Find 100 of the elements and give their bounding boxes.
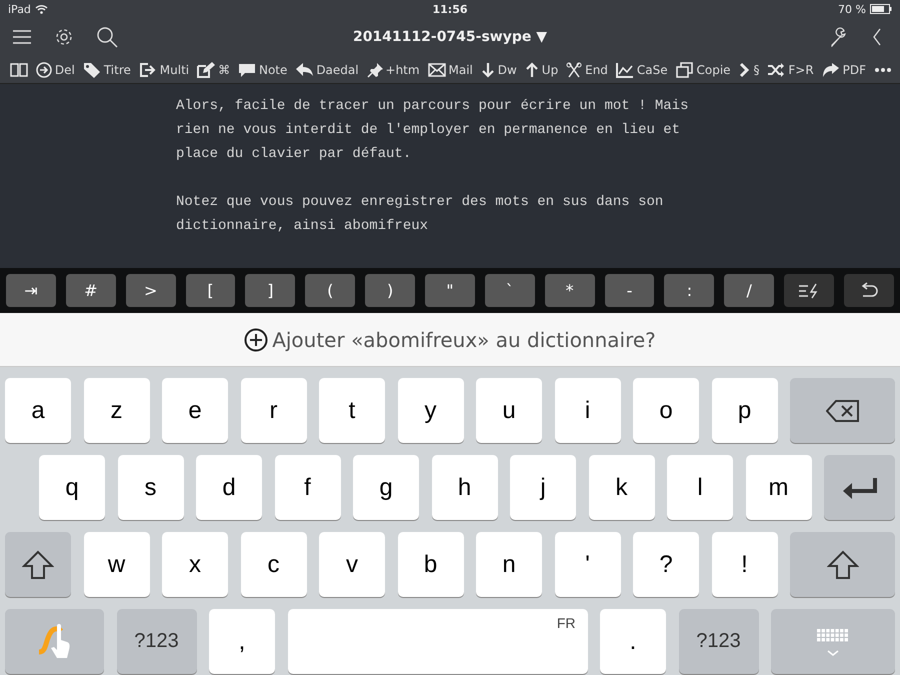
pin-icon [366,62,383,78]
exit-icon [138,62,157,78]
letter-key[interactable]: k [588,455,654,520]
toolbar-button[interactable]: F>R [767,62,814,78]
add-icon[interactable] [244,328,268,352]
device-name: iPad [8,2,31,16]
toolbar-button[interactable]: End [566,62,608,78]
return-icon [842,476,878,498]
book-icon[interactable] [10,62,28,78]
toolbar-button[interactable]: Del [36,62,75,78]
letter-key[interactable]: j [510,455,576,520]
letter-key[interactable]: q [39,455,105,520]
toolbar-button[interactable]: Titre [82,62,131,78]
keyboard-icon [815,626,851,656]
letter-key[interactable]: f [274,455,340,520]
suggestion-text[interactable]: Ajouter «abomifreux» au dictionnaire? [272,328,656,352]
edit-icon [197,62,216,78]
letter-key[interactable]: b [398,532,464,597]
up-icon [524,62,539,78]
paragraph: Notez que vous pouvez enregistrer des mots en sus dans son dictionnaire, ainsi abomifreux [176,193,664,236]
numbers-key[interactable]: ?123 [678,609,758,674]
mail-icon [428,62,446,78]
letter-key[interactable]: . [600,609,666,674]
symbol-key[interactable]: : [664,274,714,307]
share-icon [822,62,840,78]
toolbar-button[interactable]: Daedal [295,62,359,78]
toolbar-button[interactable]: PDF [822,62,866,78]
symbol-key[interactable]: ⇥ [6,274,56,307]
letter-key[interactable]: a [5,378,71,443]
numbers-key[interactable]: ?123 [116,609,196,674]
letter-key[interactable]: p [712,378,778,443]
symbol-key[interactable]: " [425,274,475,307]
toolbar-button[interactable]: Up [524,62,558,78]
letter-key[interactable]: r [240,378,306,443]
battery-icon [870,4,892,14]
letter-key[interactable]: i [554,378,620,443]
letter-key[interactable]: , [209,609,275,674]
symbol-key[interactable]: ) [365,274,416,307]
shift-key[interactable] [790,532,895,597]
tag-icon [82,62,101,78]
symbol-key[interactable]: - [604,274,654,307]
letter-key[interactable]: g [353,455,419,520]
shift-icon [826,550,858,580]
shuffle-icon [767,62,786,78]
letter-key[interactable]: y [398,378,464,443]
symbol-key[interactable]: # [66,274,116,307]
letter-key[interactable]: w [84,532,150,597]
letter-key[interactable]: s [118,455,184,520]
paragraph: Alors, facile de tracer un parcours pour écrire un mot ! Mais rien ne vous interdit de l'employer en permanence en lieu et place du clavier par défaut. [176,97,690,164]
backspace-key[interactable] [790,378,895,443]
toolbar-button[interactable]: Mail [428,62,473,78]
letter-key[interactable]: x [162,532,228,597]
battery-percent: 70 % [838,2,866,16]
search-icon[interactable] [96,26,118,48]
letter-key[interactable]: ? [633,532,699,597]
toolbar-button[interactable]: +htm [366,62,420,78]
scissors-icon [566,62,582,78]
back-icon[interactable] [872,28,882,46]
toolbar-button[interactable]: § [738,62,760,78]
reply-icon [295,62,314,78]
letter-key[interactable]: m [746,455,812,520]
symbol-key[interactable]: ( [305,274,356,307]
letter-key[interactable]: o [633,378,699,443]
letter-key[interactable]: h [432,455,498,520]
toolbar-button[interactable]: Copie [676,62,731,78]
menu-icon[interactable] [12,29,32,45]
chevron-icon [738,62,750,78]
letter-key[interactable]: ' [554,532,620,597]
toolbar-button[interactable]: Multi [138,62,190,78]
toolbar-button[interactable]: CaSe [616,62,668,78]
letter-key[interactable]: e [162,378,228,443]
settings-icon[interactable] [54,27,74,47]
shift-key[interactable] [5,532,71,597]
wifi-icon [34,4,48,14]
letter-key[interactable]: d [196,455,262,520]
undo-key[interactable] [844,274,894,307]
letter-key[interactable]: v [319,532,385,597]
return-key[interactable] [824,455,895,520]
symbol-key[interactable]: [ [186,274,236,307]
symbol-key[interactable]: * [544,274,595,307]
toolbar-button[interactable]: ⌘ [197,62,230,78]
letter-key[interactable]: n [476,532,542,597]
toolbar-button[interactable]: Dw [480,62,517,78]
letter-key[interactable]: t [319,378,385,443]
document-title[interactable]: 20141112-0745-swype ▼ [352,29,548,45]
letter-key[interactable]: u [476,378,542,443]
letter-key[interactable]: ! [712,532,778,597]
letter-key[interactable]: c [240,532,306,597]
symbol-key[interactable]: ` [484,274,535,307]
symbol-key[interactable]: ] [245,274,296,307]
space-key[interactable]: FR [288,609,588,674]
letter-key[interactable]: z [84,378,150,443]
format-key[interactable] [784,274,834,307]
chart-icon [616,62,634,78]
symbol-key[interactable]: / [724,274,774,307]
toolbar-button[interactable]: Note [238,62,288,78]
symbol-key[interactable]: > [126,274,176,307]
copy-icon [676,62,694,78]
letter-key[interactable]: l [667,455,733,520]
backspace-icon [826,400,860,422]
